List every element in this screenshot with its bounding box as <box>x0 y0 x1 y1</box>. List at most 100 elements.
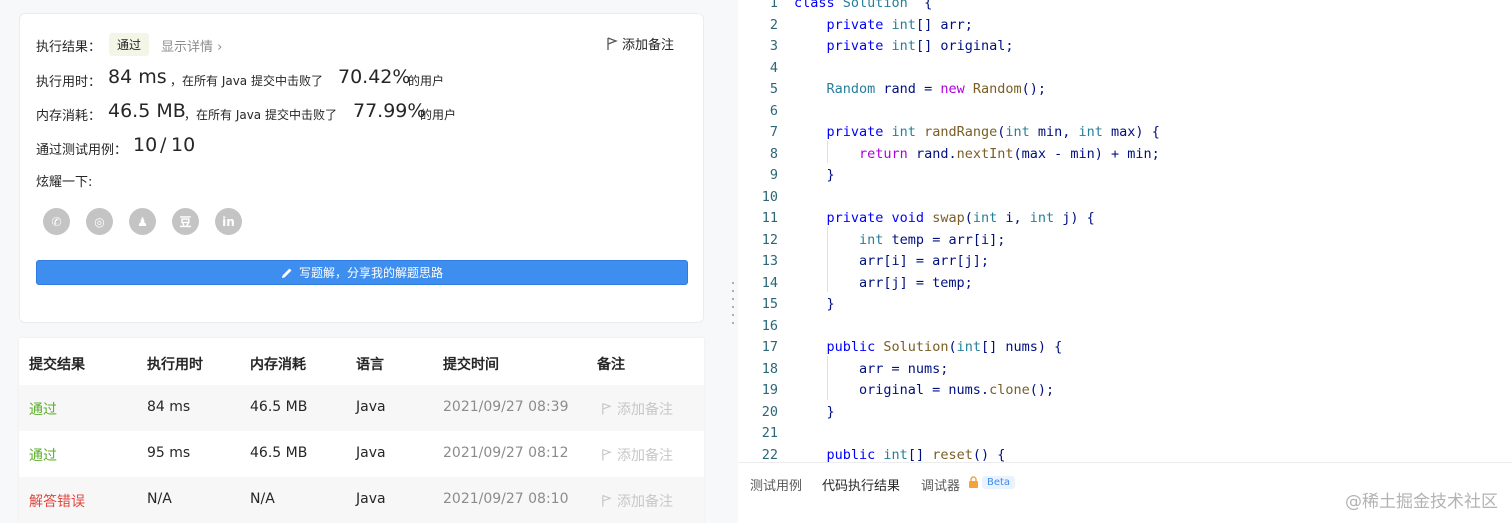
line-number: 2 <box>769 16 778 33</box>
code-token: return <box>859 145 916 162</box>
code-token: int <box>956 339 981 355</box>
douban-icon[interactable]: 豆 <box>172 208 199 235</box>
indent-guide <box>827 227 828 292</box>
pencil-icon <box>281 268 292 278</box>
row-add-note[interactable]: 添加备注 <box>601 445 673 465</box>
tab-testcase[interactable]: 测试用例 <box>750 475 802 494</box>
row-submit-time: 2021/09/27 08:12 <box>443 445 569 461</box>
row-status[interactable]: 通过 <box>29 445 57 465</box>
code-token: [] arr; <box>915 16 973 33</box>
line-number: 22 <box>761 446 778 463</box>
header-submit-time: 提交时间 <box>443 357 499 373</box>
code-token: () { <box>972 446 1006 463</box>
row-add-note[interactable]: 添加备注 <box>601 491 673 511</box>
row-submit-time: 2021/09/27 08:39 <box>443 399 569 415</box>
code-token: public <box>826 446 884 463</box>
row-status[interactable]: 通过 <box>29 399 57 419</box>
code-token: int <box>859 231 884 248</box>
flag-icon <box>607 36 618 50</box>
code-token: arr = nums; <box>794 360 949 377</box>
table-row[interactable]: 解答错误 N/A N/A Java 2021/09/27 08:10 添加备注 <box>19 477 704 523</box>
code-token: int <box>883 446 908 463</box>
line-number: 4 <box>769 59 778 76</box>
tab-run-result[interactable]: 代码执行结果 <box>822 475 900 494</box>
flag-icon <box>602 494 612 507</box>
code-line[interactable]: arr[i] = arr[j]; <box>794 251 989 273</box>
header-note: 备注 <box>597 357 625 373</box>
add-note-button[interactable]: 添加备注 <box>606 34 674 53</box>
code-token: int <box>1078 124 1103 140</box>
drag-dot <box>732 322 734 324</box>
code-line[interactable]: arr = nums; <box>794 359 948 381</box>
drag-dot <box>732 290 734 292</box>
row-add-note[interactable]: 添加备注 <box>601 399 673 419</box>
code-token: void <box>891 210 933 226</box>
code-line[interactable]: arr[j] = temp; <box>794 273 973 295</box>
code-token: { <box>907 0 933 11</box>
tests-passed: 10 <box>133 134 158 156</box>
code-token: ( <box>964 210 973 226</box>
code-line[interactable]: int temp = arr[i]; <box>794 230 1005 252</box>
code-token: arr[j] = temp; <box>794 274 973 291</box>
code-token: reset <box>932 446 973 463</box>
code-token: [] <box>907 446 933 463</box>
code-line[interactable]: } <box>794 165 835 187</box>
code-line[interactable]: public Solution(int[] nums) { <box>794 337 1063 359</box>
runtime-beat-text: ，在所有 Java 提交中击败了 <box>170 74 323 88</box>
code-token: int <box>1005 124 1030 140</box>
row-add-note-label: 添加备注 <box>617 402 673 418</box>
tab-debugger[interactable]: 调试器 <box>921 475 960 494</box>
code-line[interactable]: } <box>794 294 835 316</box>
beta-badge: Beta <box>982 476 1016 489</box>
row-runtime: N/A <box>147 491 172 507</box>
code-line[interactable]: return rand.nextInt(max - min) + min; <box>794 144 1160 166</box>
code-token: public <box>826 339 884 355</box>
wechat-icon[interactable]: ✆ <box>43 208 70 235</box>
code-token: ( <box>948 339 957 355</box>
code-token: int <box>1029 210 1055 226</box>
code-token: Solution <box>883 339 949 355</box>
code-token: int <box>891 16 916 33</box>
status-badge: 通过 <box>109 33 150 56</box>
code-line[interactable]: original = nums.clone(); <box>794 380 1054 402</box>
code-token: Random <box>826 81 876 97</box>
code-token: original = nums. <box>794 382 990 398</box>
line-number: 11 <box>761 210 778 226</box>
row-status[interactable]: 解答错误 <box>29 491 85 511</box>
code-token: rand. <box>915 145 957 162</box>
flag-icon <box>602 448 612 461</box>
row-add-note-label: 添加备注 <box>617 494 673 510</box>
table-row[interactable]: 通过 95 ms 46.5 MB Java 2021/09/27 08:12 添… <box>19 431 704 477</box>
code-line[interactable]: Random rand = new Random(); <box>794 79 1047 101</box>
code-line[interactable]: private int[] original; <box>794 36 1014 58</box>
code-token: private <box>826 16 892 33</box>
header-memory: 内存消耗 <box>250 357 306 373</box>
code-line[interactable]: private int[] arr; <box>794 15 973 37</box>
code-token: max) { <box>1102 124 1160 140</box>
code-line[interactable]: private int randRange(int min, int max) … <box>794 122 1160 144</box>
row-submit-time: 2021/09/27 08:10 <box>443 491 569 507</box>
lock-icon <box>969 476 978 488</box>
write-solution-button[interactable]: 写题解，分享我的解题思路 <box>36 260 688 285</box>
watermark: @稀土掘金技术社区 <box>1345 492 1498 512</box>
code-editor[interactable]: 1 2 3 4 5 6 7 8 9 10 11 12 13 14 15 16 17 18 19 20 21 22 clas… <box>738 0 1512 462</box>
line-number: 5 <box>769 81 778 97</box>
linkedin-icon[interactable]: in <box>215 208 242 235</box>
code-line[interactable]: class Solution { <box>794 0 932 15</box>
row-language: Java <box>356 491 386 507</box>
code-line[interactable]: public int[] reset() { <box>794 445 1006 463</box>
weibo-icon[interactable]: ◎ <box>86 208 113 235</box>
line-number: 19 <box>761 382 778 398</box>
code-line[interactable]: private void swap(int i, int j) { <box>794 208 1095 230</box>
qq-icon[interactable]: ♟ <box>129 208 156 235</box>
code-line[interactable]: } <box>794 402 835 424</box>
pane-resize-handle[interactable] <box>722 0 738 523</box>
code-token: nextInt <box>956 145 1014 162</box>
line-number: 13 <box>761 253 778 269</box>
table-row[interactable]: 通过 84 ms 46.5 MB Java 2021/09/27 08:39 添… <box>19 385 704 431</box>
line-number: 8 <box>769 145 778 162</box>
show-details-link[interactable]: 显示详情 › <box>161 36 222 55</box>
row-memory: 46.5 MB <box>250 445 308 461</box>
